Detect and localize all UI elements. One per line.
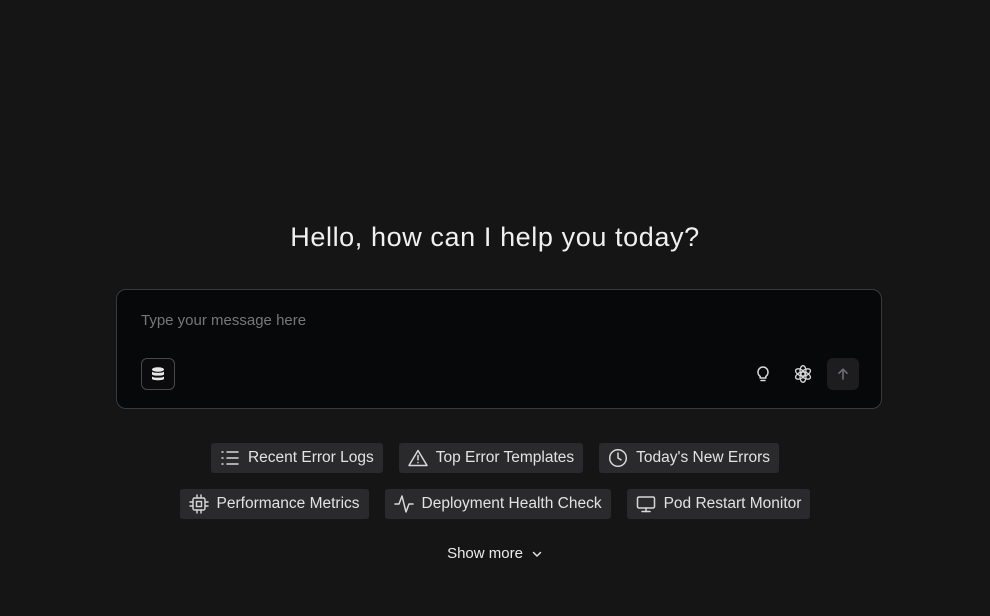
suggestion-pod-restart-monitor[interactable]: Pod Restart Monitor — [626, 489, 811, 519]
database-icon — [150, 366, 166, 382]
suggestion-top-error-templates[interactable]: Top Error Templates — [398, 443, 584, 473]
message-input[interactable] — [141, 308, 841, 332]
suggest-prompt-button[interactable] — [747, 358, 779, 390]
list-icon — [220, 449, 240, 467]
show-more-label: Show more — [447, 545, 523, 562]
suggestion-recent-error-logs[interactable]: Recent Error Logs — [210, 443, 383, 473]
suggestion-label: Today's New Errors — [636, 449, 771, 466]
openai-icon — [794, 365, 812, 383]
suggestion-row-2: Performance Metrics Deployment Health Ch… — [0, 489, 990, 519]
lightbulb-icon — [755, 365, 771, 383]
suggestion-label: Top Error Templates — [435, 449, 575, 466]
suggestion-todays-new-errors[interactable]: Today's New Errors — [599, 443, 780, 473]
greeting-heading: Hello, how can I help you today? — [290, 222, 700, 252]
monitor-icon — [636, 494, 656, 514]
warning-triangle-icon — [407, 449, 428, 467]
chevron-down-icon — [531, 548, 543, 560]
datasource-button[interactable] — [141, 358, 175, 390]
cpu-icon — [188, 494, 209, 514]
suggestion-label: Pod Restart Monitor — [663, 495, 802, 512]
suggestion-deployment-health-check[interactable]: Deployment Health Check — [384, 489, 611, 519]
suggestion-label: Deployment Health Check — [421, 495, 602, 512]
message-composer — [116, 289, 882, 409]
suggestion-row-1: Recent Error Logs Top Error Templates To… — [0, 443, 990, 473]
suggestion-label: Recent Error Logs — [247, 449, 374, 466]
arrow-up-icon — [836, 367, 850, 381]
send-button[interactable] — [827, 358, 859, 390]
show-more-button[interactable]: Show more — [0, 545, 990, 562]
model-select-button[interactable] — [787, 358, 819, 390]
clock-icon — [608, 448, 628, 468]
chat-home: Hello, how can I help you today? Type yo… — [0, 0, 990, 616]
activity-icon — [393, 494, 414, 514]
suggestion-label: Performance Metrics — [216, 495, 360, 512]
suggestion-performance-metrics[interactable]: Performance Metrics — [179, 489, 369, 519]
